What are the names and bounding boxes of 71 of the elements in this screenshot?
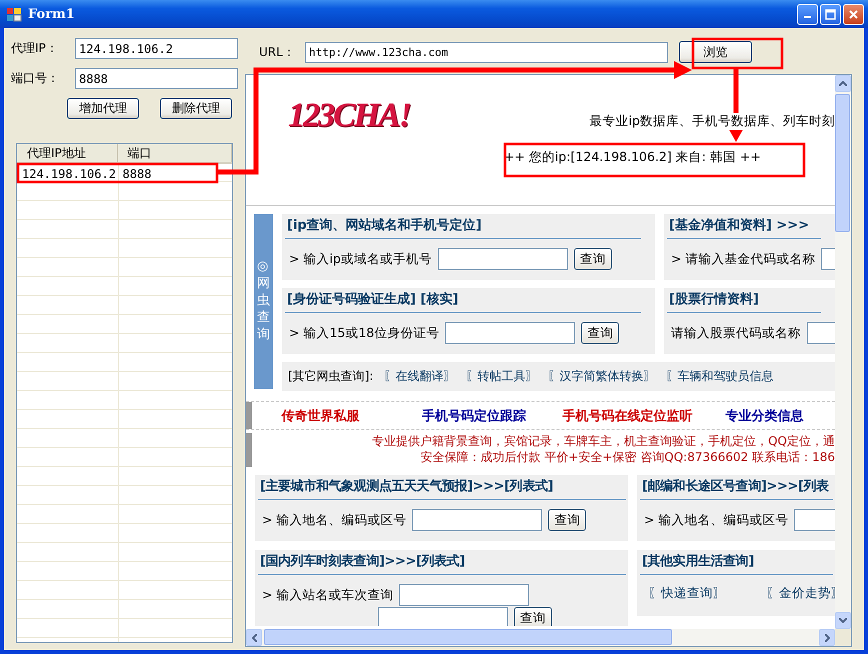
query-button[interactable]: 查询 [574, 248, 612, 270]
close-icon [848, 8, 859, 20]
app-icon [6, 6, 22, 22]
link[interactable]: 〖在线翻译〗 [383, 368, 456, 385]
minimize-icon [804, 16, 811, 18]
ip-field[interactable]: 124.198.106.2 [75, 38, 238, 59]
search-field[interactable] [412, 509, 542, 531]
section-title: [邮编和长途区号查询]>>>[列表 [640, 475, 833, 500]
scroll-right-button[interactable] [819, 629, 835, 646]
search-field[interactable] [378, 607, 508, 626]
link[interactable]: 〖车辆和驾驶员信息 [665, 368, 774, 385]
link[interactable]: 〖快递查询〗 [648, 585, 726, 602]
query-button[interactable]: 查询 [514, 607, 552, 626]
field-label: > 输入站名或车次查询 [262, 586, 394, 604]
maximize-button[interactable] [820, 4, 841, 24]
notice-line: 专业提供户籍背景查询，宾馆记录，车牌车主，机主查询验证，手机定位，QQ定位，通 [372, 433, 835, 449]
scrollbar-corner [835, 629, 851, 646]
column-header[interactable]: 端口 [118, 144, 232, 162]
table-cell-text: 8888 [122, 166, 152, 180]
query-button[interactable]: 查询 [581, 322, 620, 344]
ad-link[interactable]: 传奇世界私服 [252, 406, 389, 424]
field-label: > 输入15或18位身份证号 [289, 324, 440, 342]
close-button[interactable] [843, 4, 864, 24]
field-label: > 输入ip或域名或手机号 [289, 250, 432, 268]
minimize-button[interactable] [797, 4, 818, 24]
column-header[interactable]: 代理IP地址 [17, 144, 118, 162]
button[interactable]: 删除代理 [160, 98, 232, 119]
field-label: > 输入地名、编码或区号 [262, 512, 406, 528]
links-label: [其它网虫查询]: [288, 368, 374, 385]
notice-line: 安全保障：成功后付款 平价+安全+保密 咨询QQ:87366602 联系电话：186 [420, 449, 835, 465]
accent-bar [246, 402, 252, 429]
section-title: [ip查询、网站域名和手机号定位] [285, 214, 641, 239]
logo: 123CHA! [288, 97, 410, 135]
vertical-scrollbar[interactable] [835, 75, 851, 629]
browse-button[interactable]: 浏览 [679, 41, 752, 63]
section-title: [身份证号码验证生成] [核实] [285, 288, 641, 313]
query-button[interactable]: 查询 [548, 509, 586, 531]
field-label: > 输入地名、编码或区号 [644, 512, 788, 528]
field-label: 端口号： [10, 70, 60, 87]
scroll-left-button[interactable] [246, 629, 262, 646]
horizontal-scrollbar[interactable] [246, 629, 835, 646]
scroll-down-button[interactable] [835, 612, 851, 629]
ad-link[interactable]: 手机号码定位跟踪 [389, 406, 559, 424]
section-title: [主要城市和气象观测点五天天气预报]>>>[列表式] [258, 475, 626, 500]
ad-link[interactable]: 专业分类信息 [696, 406, 833, 424]
maximize-icon [825, 8, 836, 20]
ad-link[interactable]: 手机号码在线定位监听 [559, 406, 696, 424]
field-label: > 请输入基金代码或名称 [671, 250, 816, 268]
search-field[interactable] [399, 584, 530, 606]
table-cell-text: 124.198.106.2 [21, 166, 117, 180]
slogan: 最专业ip数据库、手机号数据库、列车时刻 [590, 113, 835, 130]
port-field[interactable]: 8888 [75, 68, 238, 89]
search-field[interactable] [438, 248, 568, 270]
link[interactable]: 〖汉字简繁体转换〗 [547, 368, 656, 385]
accent-bar [246, 433, 252, 467]
url-field[interactable]: http://www.123cha.com [305, 42, 668, 62]
link[interactable]: 〖转帖工具〗 [465, 368, 538, 385]
field-label: URL： [258, 44, 296, 60]
section-title: [其他实用生活查询] [640, 550, 833, 575]
ip-info: ++ 您的ip:[124.198.106.2] 来自: 韩国 ++ [504, 149, 762, 166]
field-label: 代理IP： [10, 40, 59, 57]
scroll-thumb[interactable] [835, 94, 850, 232]
button[interactable]: 增加代理 [67, 98, 139, 119]
scroll-thumb[interactable] [264, 629, 672, 645]
search-field[interactable] [445, 322, 576, 344]
section-title: [股票行情资料] [667, 288, 821, 313]
window-title: Form1 [28, 6, 76, 22]
scroll-up-button[interactable] [835, 75, 851, 92]
section-title: [国内列车时刻表查询]>>>[列表式] [258, 550, 626, 575]
section-title: [基金净值和资料] >>> [667, 214, 821, 239]
field-label: 请输入股票代码或名称 [671, 324, 801, 342]
